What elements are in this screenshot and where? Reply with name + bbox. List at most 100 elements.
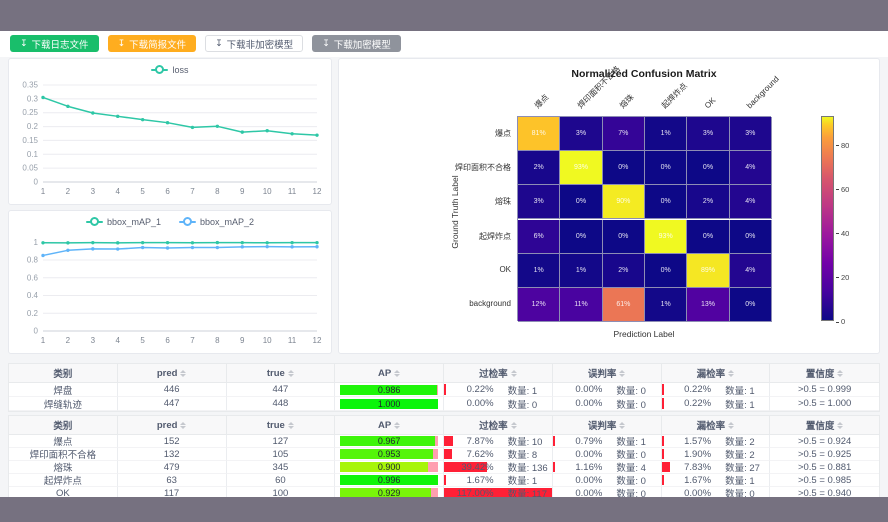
sort-icon[interactable] (511, 422, 517, 429)
matrix-cell-value: 13% (701, 301, 715, 308)
class-name-cell: 起焊炸点 (9, 474, 118, 487)
true-cell: 447 (227, 383, 336, 397)
ap-bar-track: 1.000 (340, 399, 438, 409)
button-label: 下载简报文件 (129, 37, 186, 51)
misjudge-cell: 0.79%数量: 1 (553, 435, 662, 448)
matrix-cell: 4% (730, 254, 772, 288)
matrix-cell: 3% (687, 117, 729, 151)
chart-legend: bbox_mAP_1 bbox_mAP_2 (9, 217, 331, 227)
download-log-button[interactable]: ↧下载日志文件 (10, 35, 99, 52)
column-header-6[interactable]: 漏检率 (662, 416, 771, 435)
matrix-cell: 2% (687, 185, 729, 219)
ap-cell: 0.967 (335, 435, 444, 448)
matrix-cell-value: 12% (532, 301, 546, 308)
class-name-cell: 焊印面积不合格 (9, 448, 118, 461)
sort-icon[interactable] (511, 370, 517, 377)
svg-text:1: 1 (34, 238, 39, 247)
rate-percent: 1.16% (553, 462, 603, 473)
legend-item-loss[interactable]: loss (151, 65, 188, 75)
matrix-cell-value: 81% (532, 130, 546, 137)
column-header-4[interactable]: 过检率 (444, 364, 553, 383)
confidence-cell: >0.5 = 0.881 (770, 461, 879, 474)
sort-icon[interactable] (837, 422, 843, 429)
matrix-cell-value: 1% (576, 267, 586, 274)
svg-text:5: 5 (140, 187, 145, 196)
svg-text:4: 4 (116, 187, 121, 196)
download-report-button[interactable]: ↧下载简报文件 (108, 35, 197, 52)
column-header-label: 置信度 (806, 366, 835, 380)
matrix-cell-value: 4% (745, 198, 755, 205)
sort-icon[interactable] (619, 370, 625, 377)
sort-icon[interactable] (288, 370, 294, 377)
sort-icon[interactable] (728, 422, 734, 429)
ap-bar-track: 0.996 (340, 475, 438, 485)
matrix-cell: 89% (687, 254, 729, 288)
column-header-5[interactable]: 误判率 (553, 364, 662, 383)
rate-percent: 0.00% (553, 384, 603, 395)
matrix-cell: 11% (560, 288, 602, 322)
column-header-7[interactable]: 置信度 (770, 416, 879, 435)
true-cell: 60 (227, 474, 336, 487)
rate-count: 数量: 0 (602, 383, 660, 397)
ap-bar-track: 0.900 (340, 462, 438, 472)
matrix-col-label: 起焊炸点 (659, 81, 689, 111)
download-unencrypted-model-button[interactable]: ↧下载非加密模型 (205, 35, 303, 52)
rate-count: 数量: 1 (711, 383, 769, 397)
sort-icon[interactable] (180, 370, 186, 377)
sort-icon[interactable] (180, 422, 186, 429)
rate-percent: 0.00% (444, 398, 494, 409)
confusion-matrix-panel: Normalized Confusion Matrix Ground Truth… (338, 58, 880, 354)
sort-icon[interactable] (394, 422, 400, 429)
rate-percent: 1.67% (444, 475, 494, 486)
rate-count: 数量: 0 (602, 448, 660, 461)
matrix-cell: 1% (645, 288, 687, 322)
ap-value: 1.000 (340, 398, 438, 410)
rate-count: 数量: 4 (602, 461, 660, 474)
legend-item-bbox_mAP_2[interactable]: bbox_mAP_2 (179, 217, 254, 227)
column-header-label: 类别 (53, 418, 72, 432)
rate-count: 数量: 27 (711, 461, 769, 474)
rate-count: 数量: 0 (602, 397, 660, 411)
sort-icon[interactable] (728, 370, 734, 377)
column-header-2[interactable]: true (227, 416, 336, 435)
true-cell: 448 (227, 397, 336, 411)
sort-icon[interactable] (619, 422, 625, 429)
column-header-1[interactable]: pred (118, 416, 227, 435)
svg-text:0.35: 0.35 (22, 81, 38, 90)
svg-text:0.6: 0.6 (27, 273, 39, 282)
missed-detection-cell: 0.22%数量: 1 (662, 397, 771, 411)
column-header-0: 类别 (9, 416, 118, 435)
rate-percent: 0.00% (553, 475, 603, 486)
column-header-1[interactable]: pred (118, 364, 227, 383)
ap-cell: 0.986 (335, 383, 444, 397)
rate-count: 数量: 2 (711, 448, 769, 461)
sort-icon[interactable] (288, 422, 294, 429)
ap-value: 0.967 (340, 435, 438, 447)
download-encrypted-model-button[interactable]: ↧下载加密模型 (312, 35, 401, 52)
column-header-5[interactable]: 误判率 (553, 416, 662, 435)
svg-text:7: 7 (190, 187, 195, 196)
column-header-3[interactable]: AP (335, 416, 444, 435)
svg-text:12: 12 (313, 187, 322, 196)
column-header-7[interactable]: 置信度 (770, 364, 879, 383)
legend-item-bbox_mAP_1[interactable]: bbox_mAP_1 (86, 217, 161, 227)
ap-value: 0.986 (340, 384, 438, 396)
column-header-3[interactable]: AP (335, 364, 444, 383)
column-header-label: 过检率 (479, 418, 508, 432)
missed-detection-cell: 0.22%数量: 1 (662, 383, 771, 397)
ap-value: 0.996 (340, 474, 438, 486)
sort-icon[interactable] (394, 370, 400, 377)
sort-icon[interactable] (837, 370, 843, 377)
summary-table-defects: 类别predtrueAP过检率误判率漏检率置信度爆点1521270.9677.8… (8, 415, 880, 501)
column-header-6[interactable]: 漏检率 (662, 364, 771, 383)
matrix-cell-value: 3% (534, 198, 544, 205)
matrix-cell-value: 7% (618, 130, 628, 137)
column-header-2[interactable]: true (227, 364, 336, 383)
screen: { "toolbar": { "icon_glyph": "↧", "butto… (0, 0, 888, 522)
misjudge-cell: 0.00%数量: 0 (553, 448, 662, 461)
column-header-4[interactable]: 过检率 (444, 416, 553, 435)
matrix-cell-value: 1% (661, 130, 671, 137)
matrix-cell-value: 3% (745, 130, 755, 137)
rate-count: 数量: 2 (711, 435, 769, 448)
table-header-row: 类别 predtrueAP 过检率 误判率漏检率置信度 (9, 416, 879, 435)
